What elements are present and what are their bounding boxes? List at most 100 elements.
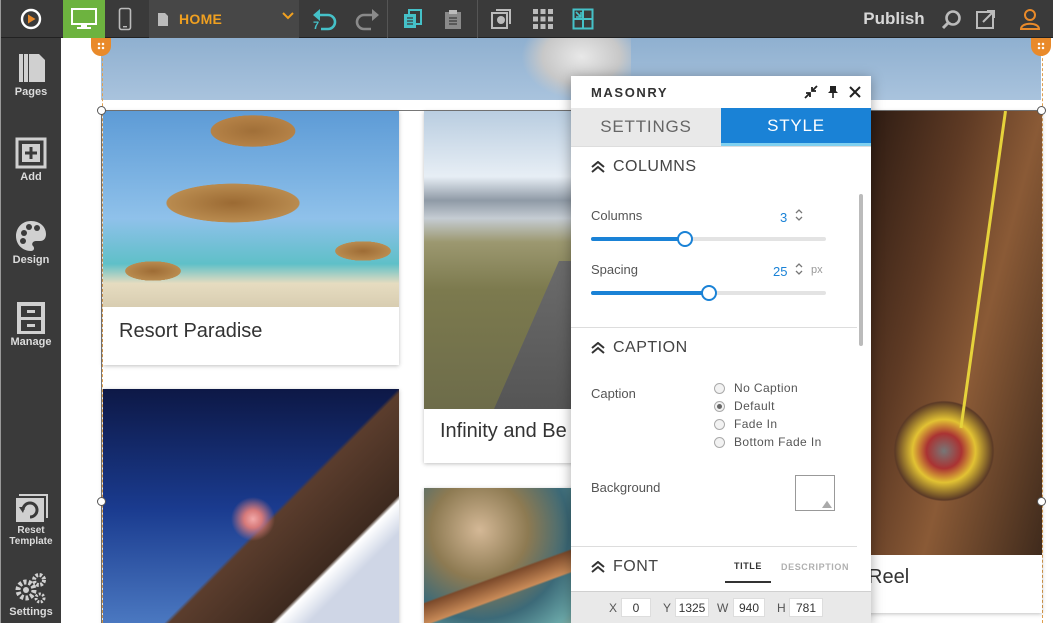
columns-value[interactable]: 3 xyxy=(780,210,787,225)
sidebar-item-label: Pages xyxy=(14,86,48,98)
radio-label: Default xyxy=(734,399,775,413)
layout-button[interactable] xyxy=(567,0,599,38)
w-input[interactable]: 940 xyxy=(733,598,765,617)
tab-settings[interactable]: SETTINGS xyxy=(571,108,721,146)
slider-fill xyxy=(591,291,709,295)
copy-button[interactable] xyxy=(397,0,429,38)
preview-button[interactable] xyxy=(485,0,517,38)
gallery-image xyxy=(103,111,399,307)
sidebar-item-manage[interactable]: Manage xyxy=(1,300,61,348)
gallery-caption: Resort Paradise xyxy=(119,320,263,342)
chevron-down-icon xyxy=(282,12,294,20)
sidebar-item-settings[interactable]: Settings xyxy=(1,570,61,618)
columns-slider[interactable] xyxy=(591,231,826,247)
desktop-view-button[interactable] xyxy=(63,0,105,38)
caption-option-fade-in[interactable]: Fade In xyxy=(714,417,778,431)
search-button[interactable] xyxy=(937,0,967,38)
resize-handle[interactable] xyxy=(97,106,106,115)
publish-button[interactable]: Publish xyxy=(859,0,929,38)
caption-option-default[interactable]: Default xyxy=(714,399,775,413)
sidebar-item-reset-template[interactable]: Reset Template xyxy=(1,490,61,547)
spacing-value[interactable]: 25 xyxy=(773,264,787,279)
masonry-panel: MASONRY SETTINGS STYLE COLUMNS Columns 3 xyxy=(571,76,871,623)
sidebar-item-design[interactable]: Design xyxy=(1,218,61,266)
radio-button[interactable] xyxy=(714,418,725,430)
radio-label: Fade In xyxy=(734,417,778,431)
panel-title: MASONRY xyxy=(591,85,669,100)
section-title: FONT xyxy=(613,558,659,575)
sidebar-item-pages[interactable]: Pages xyxy=(1,52,61,98)
gallery-item[interactable]: Reel xyxy=(864,111,1042,613)
redo-button[interactable] xyxy=(349,0,385,38)
paste-icon xyxy=(445,10,461,29)
background-color-swatch[interactable] xyxy=(795,475,835,511)
panel-header[interactable]: MASONRY xyxy=(571,76,871,108)
x-input[interactable]: 0 xyxy=(621,598,651,617)
radio-label: No Caption xyxy=(734,381,799,395)
paste-button[interactable] xyxy=(437,0,469,38)
toolbar-divider xyxy=(387,0,388,38)
slider-knob[interactable] xyxy=(677,231,693,247)
sidebar-item-label: Manage xyxy=(10,336,52,348)
sidebar-item-add[interactable]: Add xyxy=(1,135,61,183)
redo-icon xyxy=(355,9,379,31)
user-icon xyxy=(1019,9,1041,30)
left-sidebar: Pages Add Design Manage Reset Template S… xyxy=(1,38,61,623)
gallery-image xyxy=(103,389,399,623)
copy-icon xyxy=(404,9,422,28)
undo-button[interactable]: 7 xyxy=(307,0,343,38)
app-logo[interactable] xyxy=(1,0,61,38)
radio-button[interactable] xyxy=(714,436,725,448)
columns-section-header[interactable]: COLUMNS xyxy=(571,151,857,183)
chevron-double-up-icon xyxy=(591,342,605,354)
h-input[interactable]: 781 xyxy=(789,598,823,617)
cabinet-icon xyxy=(17,302,45,334)
radio-button-selected[interactable] xyxy=(714,400,725,412)
grid-button[interactable] xyxy=(527,0,559,38)
resize-handle[interactable] xyxy=(1037,106,1046,115)
section-title: COLUMNS xyxy=(613,158,697,175)
page-canvas[interactable]: Resort Paradise Infinity and Be Reel xyxy=(61,38,1053,623)
collapse-icon[interactable] xyxy=(803,84,819,100)
radio-button[interactable] xyxy=(714,382,725,394)
position-size-bar: X 0 Y 1325 W 940 H 781 xyxy=(571,591,871,623)
stepper-icon[interactable] xyxy=(795,208,803,222)
panel-scrollbar[interactable] xyxy=(859,194,863,346)
gallery-item[interactable] xyxy=(103,389,399,623)
resize-handle[interactable] xyxy=(1037,497,1046,506)
monitor-icon xyxy=(71,8,97,29)
font-section-header[interactable]: FONT TITLE DESCRIPTION xyxy=(571,551,857,583)
gallery-item[interactable]: Resort Paradise xyxy=(103,111,399,365)
gallery-caption: Reel xyxy=(868,566,910,588)
slider-knob[interactable] xyxy=(700,285,717,301)
top-toolbar: HOME 7 Publish xyxy=(1,0,1053,38)
tab-style[interactable]: STYLE xyxy=(721,108,871,146)
mobile-view-button[interactable] xyxy=(105,0,145,38)
resize-handle[interactable] xyxy=(97,497,106,506)
section-divider xyxy=(571,546,857,547)
caption-option-bottom-fade-in[interactable]: Bottom Fade In xyxy=(714,435,822,449)
w-label: W xyxy=(717,601,729,615)
page-selector[interactable]: HOME xyxy=(149,0,299,38)
phone-icon xyxy=(118,7,132,31)
caption-option-no-caption[interactable]: No Caption xyxy=(714,381,798,395)
sidebar-item-label: Add xyxy=(20,171,42,183)
caption-label: Caption xyxy=(591,386,636,401)
reset-template-icon xyxy=(16,494,48,522)
stepper-icon[interactable] xyxy=(795,262,803,276)
font-tab-description[interactable]: DESCRIPTION xyxy=(781,551,849,583)
spacing-slider[interactable] xyxy=(591,285,826,301)
caption-section-header[interactable]: CAPTION xyxy=(571,332,857,364)
close-icon[interactable] xyxy=(847,84,863,100)
font-tab-title[interactable]: TITLE xyxy=(725,551,771,583)
y-input[interactable]: 1325 xyxy=(675,598,709,617)
website-builder-app: HOME 7 Publish Pages Add Design Manage R… xyxy=(0,0,1053,623)
section-handle-icon[interactable] xyxy=(1031,38,1051,56)
pin-icon[interactable] xyxy=(825,84,841,100)
toolbar-divider xyxy=(477,0,478,38)
spacing-label: Spacing xyxy=(591,262,638,277)
user-account-button[interactable] xyxy=(1015,0,1045,38)
undo-count: 7 xyxy=(313,20,320,32)
spacing-unit: px xyxy=(811,264,823,276)
open-external-button[interactable] xyxy=(971,0,1001,38)
